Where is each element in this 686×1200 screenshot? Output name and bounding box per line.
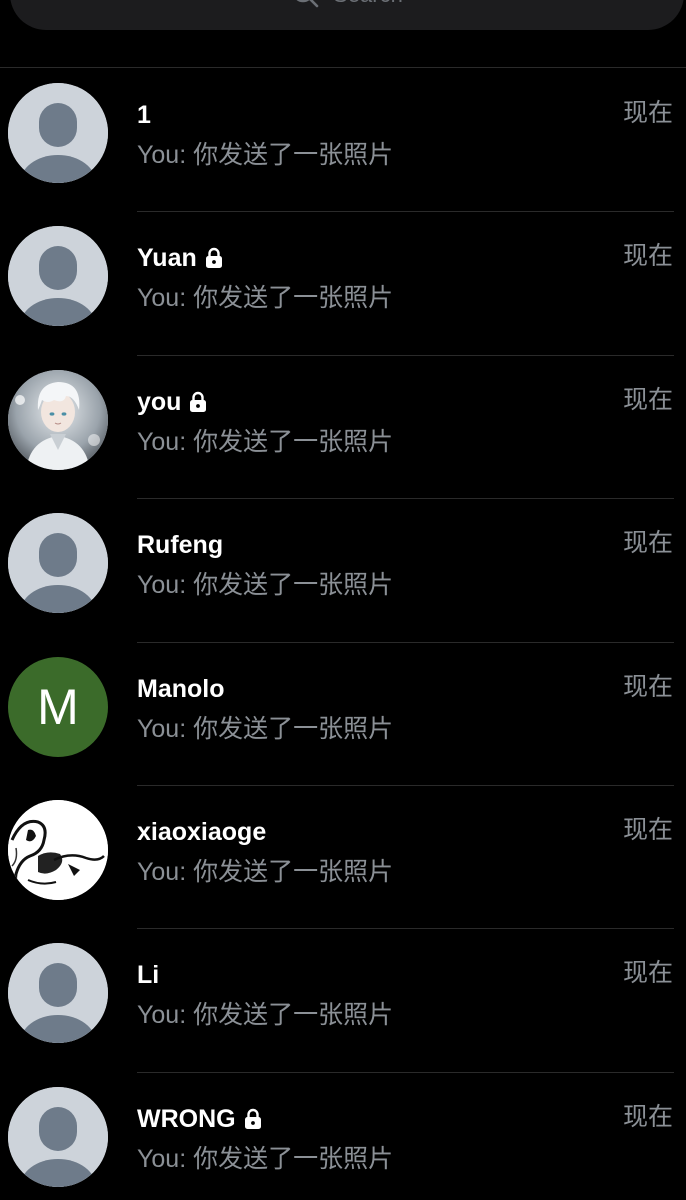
conversation-row[interactable]: you You: 你发送了一张照片 现在 <box>0 356 686 500</box>
contact-name: 1 <box>137 101 151 129</box>
letter-avatar: M <box>8 656 108 757</box>
message-preview: You: 你发送了一张照片 <box>137 857 394 886</box>
anime-portrait-photo <box>8 369 108 470</box>
message-time: 现在 <box>622 529 673 558</box>
conversation-row[interactable]: WRONG You: 你发送了一张照片 现在 <box>0 1073 686 1200</box>
contact-name: you <box>137 387 182 416</box>
contact-name: xiaoxiaoge <box>137 817 267 846</box>
conversation-row[interactable]: 1 You: 你发送了一张照片 现在 <box>0 69 686 213</box>
message-time: 现在 <box>622 385 673 414</box>
message-preview: You: 你发送了一张照片 <box>137 141 394 169</box>
message-time: 现在 <box>622 99 673 127</box>
conversation-list: 1 You: 你发送了一张照片 现在 Yuan You: 你发送了一张照片 现在… <box>0 69 686 1200</box>
default-person-icon <box>8 1086 108 1187</box>
message-preview: You: 你发送了一张照片 <box>137 1144 394 1173</box>
message-time: 现在 <box>622 959 673 988</box>
lock-icon <box>190 391 207 412</box>
lock-icon <box>205 248 222 269</box>
search-bar-area: Search <box>0 0 686 68</box>
default-person-icon <box>8 83 108 183</box>
messages-screen: Search 1 You: 你发送了一张照片 现在 <box>0 0 686 1200</box>
conversation-row[interactable]: M Manolo You: 你发送了一张照片 现在 <box>0 643 686 786</box>
message-time: 现在 <box>622 1102 673 1131</box>
search-input[interactable]: Search <box>10 0 684 30</box>
message-time: 现在 <box>622 672 673 701</box>
message-preview: You: 你发送了一张照片 <box>137 714 394 743</box>
message-time: 现在 <box>622 242 673 271</box>
search-icon <box>296 0 319 8</box>
lock-icon <box>244 1108 261 1129</box>
contact-name: Yuan <box>137 244 197 273</box>
default-person-icon <box>8 943 108 1044</box>
message-preview: You: 你发送了一张照片 <box>137 427 394 456</box>
search-placeholder: Search <box>333 0 403 8</box>
contact-name: Li <box>137 961 160 990</box>
default-person-icon <box>8 513 108 614</box>
ink-sketch-image <box>8 799 108 900</box>
conversation-row[interactable]: Yuan You: 你发送了一张照片 现在 <box>0 212 686 356</box>
default-person-icon <box>8 226 108 327</box>
conversation-row[interactable]: xiaoxiaoge You: 你发送了一张照片 现在 <box>0 786 686 930</box>
contact-name: Manolo <box>137 674 225 703</box>
message-preview: You: 你发送了一张照片 <box>137 284 394 313</box>
conversation-row[interactable]: Rufeng You: 你发送了一张照片 现在 <box>0 499 686 643</box>
contact-name: Rufeng <box>137 531 224 560</box>
message-time: 现在 <box>622 815 673 844</box>
contact-name: WRONG <box>137 1104 236 1133</box>
message-preview: You: 你发送了一张照片 <box>137 571 394 600</box>
conversation-row[interactable]: Li You: 你发送了一张照片 现在 <box>0 929 686 1073</box>
message-preview: You: 你发送了一张照片 <box>137 1001 394 1030</box>
